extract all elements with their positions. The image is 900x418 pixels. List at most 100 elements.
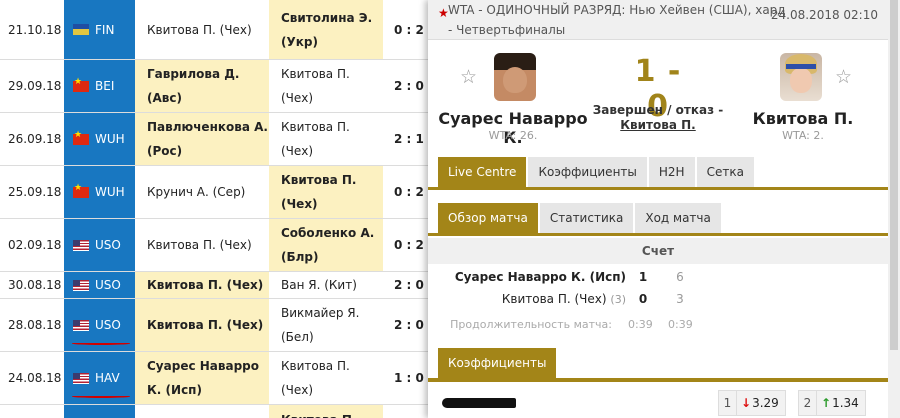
flag-cn-icon: [73, 77, 89, 92]
match-score-cell: [383, 405, 428, 418]
player-away[interactable]: Ван Я. (Кит): [269, 272, 383, 298]
summary-score: 0: [638, 292, 648, 306]
tournament-code: BEI: [95, 79, 115, 93]
player-home[interactable]: Квитова П. (Чех): [135, 219, 269, 271]
tournament-cell[interactable]: WUH: [64, 166, 135, 218]
table-row[interactable]: 29.09.18 BEI Гаврилова Д. (Авс)Квитова П. …: [0, 60, 428, 113]
table-row[interactable]: 26.09.18 WUH Павлюченкова А. (Рос)Квитова …: [0, 113, 428, 166]
match-date: [0, 405, 64, 418]
favorite-star-icon[interactable]: ☆: [835, 66, 852, 88]
tournament-code: USO: [95, 318, 121, 332]
trophy-icon: ★: [438, 6, 449, 20]
status-player-link[interactable]: Квитова П.: [588, 118, 728, 133]
tournament-code: USO: [95, 278, 121, 292]
odds-box-2[interactable]: 2 ↑ 1.34: [798, 390, 866, 416]
arrow-down-icon: ↓: [741, 396, 752, 410]
tournament-cell[interactable]: USO: [64, 219, 135, 271]
summary-player[interactable]: Суарес Наварро К. (Исп): [455, 270, 626, 284]
table-row[interactable]: Квитова П.: [0, 405, 428, 418]
tournament-cell[interactable]: WUH: [64, 113, 135, 165]
match-score-cell: 0 : 2: [394, 185, 424, 199]
player-away[interactable]: Квитова П. (Чех): [269, 352, 383, 404]
player-away[interactable]: Соболенко А. (Блр): [269, 219, 383, 271]
player-home[interactable]: Суарес Наварро К. (Исп): [135, 352, 269, 404]
tournament-cell[interactable]: FIN: [64, 0, 135, 59]
odds-box-1[interactable]: 1 ↓ 3.29: [718, 390, 786, 416]
summary-player-name: Суарес Наварро К. (Исп): [454, 270, 626, 284]
player-home[interactable]: Квитова П. (Чех): [135, 272, 269, 298]
player-away[interactable]: Квитова П. (Чех): [269, 113, 383, 165]
tab-main-1[interactable]: Коэффициенты: [528, 157, 647, 187]
favorite-star-icon[interactable]: ☆: [460, 66, 477, 88]
table-row[interactable]: 02.09.18 USO Квитова П. (Чех) Соболенко А. …: [0, 219, 428, 272]
match-detail-popup: ★ WTA - ОДИНОЧНЫЙ РАЗРЯД: Нью Хейвен (СШ…: [428, 0, 888, 418]
tab-odds[interactable]: Коэффициенты: [438, 348, 557, 378]
tab-sub-2[interactable]: Ход матча: [635, 203, 721, 233]
summary-player[interactable]: Квитова П. (Чех) (3): [502, 292, 626, 306]
player-home[interactable]: Павлюченкова А. (Рос): [135, 113, 269, 165]
summary-row: Суарес Наварро К. (Исп) 1 6: [428, 268, 888, 288]
odds-row: 1 ↓ 3.29 2 ↑ 1.34: [428, 386, 888, 418]
tab-main-0[interactable]: Live Centre: [438, 157, 527, 187]
player-away[interactable]: Викмайер Я. (Бел): [269, 299, 383, 351]
summary-row: Квитова П. (Чех) (3) 0 3: [428, 290, 888, 310]
table-row[interactable]: 28.08.18 USO Квитова П. (Чех) Викмайер Я. (…: [0, 299, 428, 352]
flag-us-icon: [73, 239, 89, 251]
player-home[interactable]: Гаврилова Д. (Авс): [135, 60, 269, 112]
tab-sub-1[interactable]: Статистика: [539, 203, 634, 233]
match-date: 29.09.18: [8, 79, 62, 93]
flag-us-icon: [73, 319, 89, 331]
player-home[interactable]: [135, 405, 269, 418]
match-score-cell: 2 : 0: [394, 318, 424, 332]
player2-name[interactable]: Квитова П.: [728, 109, 878, 128]
tab-sub-0[interactable]: Обзор матча: [438, 203, 538, 233]
match-score-cell: 0 : 2: [394, 238, 424, 252]
tab-main-2[interactable]: H2H: [648, 157, 695, 187]
tournament-cell[interactable]: BEI: [64, 60, 135, 112]
match-date: 28.08.18: [8, 318, 62, 332]
player2-rank: WTA: 2.: [782, 129, 824, 142]
table-row[interactable]: 30.08.18 USO Квитова П. (Чех) Ван Я. (Кит) 2…: [0, 272, 428, 299]
flag-us-icon: [73, 372, 89, 384]
tournament-cell[interactable]: [64, 405, 135, 418]
match-score-cell: 0 : 2: [394, 22, 424, 37]
match-datetime: 24.08.2018 02:10: [770, 8, 878, 22]
app-window: 21.10.18 FIN Квитова П. (Чех) Свитолина Э. …: [0, 0, 900, 418]
player-home[interactable]: Квитова П. (Чех): [135, 0, 269, 59]
odds-value-wrap: ↓ 3.29: [737, 396, 785, 410]
summary-set1: 6: [676, 270, 684, 284]
flag-fin-icon: [73, 24, 89, 35]
match-score-cell: 1 : 0: [394, 371, 424, 385]
tab-main-3[interactable]: Сетка: [696, 157, 754, 187]
player2-avatar[interactable]: [780, 53, 822, 101]
table-row[interactable]: 25.09.18 WUH Крунич А. (Сер)Квитова П. (Че…: [0, 166, 428, 219]
table-row[interactable]: 24.08.18 HAV Суарес Наварро К. (Исп) Квитов…: [0, 352, 428, 405]
odds-value-wrap: ↑ 1.34: [817, 396, 865, 410]
match-date: 02.09.18: [8, 238, 62, 252]
table-row[interactable]: 21.10.18 FIN Квитова П. (Чех) Свитолина Э. …: [0, 0, 428, 60]
player-away[interactable]: Квитова П.: [269, 405, 383, 418]
match-date: 25.09.18: [8, 185, 62, 199]
duration-set1: 0:39: [668, 318, 693, 331]
scrollbar-thumb[interactable]: [890, 0, 898, 350]
flag-us-icon: [73, 279, 89, 291]
player1-avatar[interactable]: [494, 53, 536, 101]
summary-set1: 3: [676, 292, 684, 306]
odds-key: 2: [799, 391, 817, 415]
flag-cn-icon: [73, 130, 89, 145]
odds-value: 1.34: [832, 396, 859, 410]
match-date: 26.09.18: [8, 132, 62, 146]
player-away[interactable]: Квитова П. (Чех): [269, 166, 383, 218]
player-home[interactable]: Крунич А. (Сер): [135, 166, 269, 218]
player-home[interactable]: Квитова П. (Чех): [135, 299, 269, 351]
player-away[interactable]: Квитова П. (Чех): [269, 60, 383, 112]
odds-tabs: Коэффициенты: [438, 348, 558, 378]
match-score-cell: 2 : 0: [394, 79, 424, 93]
summary-player-name: Квитова П. (Чех): [501, 292, 607, 306]
bookmaker-logo[interactable]: [442, 398, 516, 408]
tournament-cell[interactable]: USO: [64, 272, 135, 298]
player-away[interactable]: Свитолина Э. (Укр): [269, 0, 383, 59]
tournament-code: WUH: [95, 132, 125, 146]
match-date: 21.10.18: [8, 22, 62, 37]
main-tabs: Live Centre Коэффициенты H2H Сетка: [438, 157, 756, 187]
